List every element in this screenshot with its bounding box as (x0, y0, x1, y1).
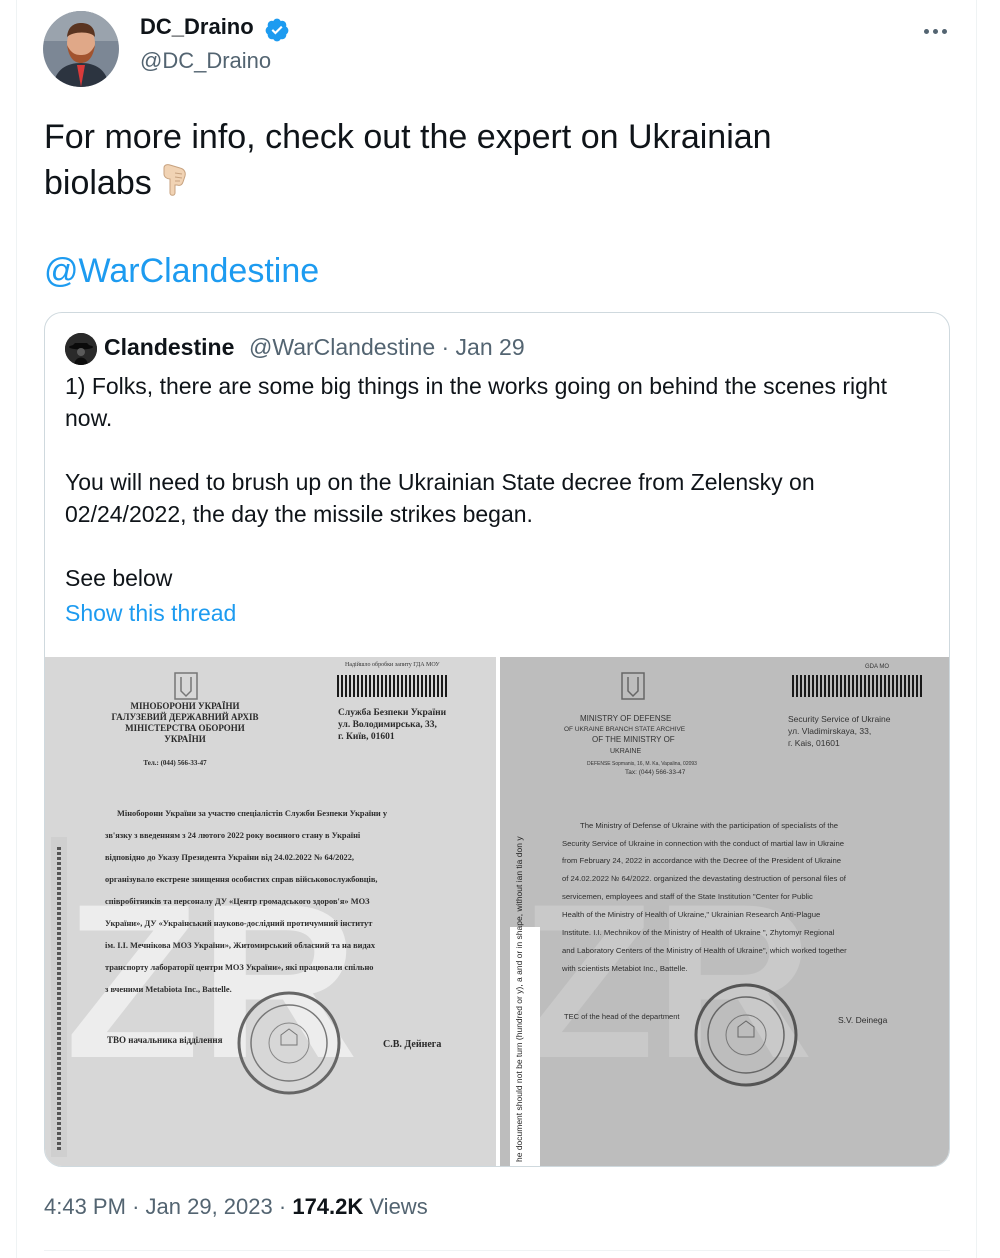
quote-paragraph: You will need to brush up on the Ukraini… (65, 469, 815, 527)
card-border-left (16, 0, 17, 1258)
doc-body-line: Міноборони України за участю спеціалісті… (117, 809, 388, 818)
verified-badge-icon (264, 17, 290, 43)
doc-body-line: with scientists Metabiot Inc., Battelle. (561, 964, 688, 973)
doc-header-right: Security Service of Ukraine (788, 714, 891, 724)
quote-paragraph: See below (65, 565, 173, 591)
doc-body-line: from February 24, 2022 in accordance wit… (562, 856, 841, 865)
doc-body-line: України», ДУ «Український науково-дослід… (105, 919, 373, 928)
divider (44, 1250, 950, 1251)
tweet-text-line1: For more info, check out the expert on U… (44, 118, 772, 156)
doc-signature-title: TEC of the head of the department (564, 1012, 680, 1021)
doc-body-line: організувало екстрене знищення особистих… (105, 875, 378, 884)
doc-header-left: UKRAINE (610, 748, 641, 755)
doc-header-left: Тел.: (044) 566-33-47 (143, 759, 207, 767)
doc-header-right: ул. Vladimirskaya, 33, (788, 726, 871, 736)
views-label: Views (369, 1194, 428, 1219)
doc-body-line: The Ministry of Defense of Ukraine with … (580, 821, 838, 830)
tweet-meta: 4:43 PM · Jan 29, 2023 · 174.2K Views (44, 1194, 428, 1220)
doc-header-right: Служба Безпеки України (338, 707, 447, 718)
doc-signature-title: ТВО начальника відділення (107, 1035, 223, 1045)
tweet-text-line2: biolabs (44, 164, 152, 202)
quote-text: 1) Folks, there are some big things in t… (65, 370, 915, 594)
doc-body-line: Health of the Ministry of Health of Ukra… (562, 910, 820, 919)
quote-author-name[interactable]: Clandestine (104, 334, 234, 361)
views-count[interactable]: 174.2K (292, 1194, 363, 1219)
doc-body-line: зв'язку з введенням з 24 лютого 2022 рок… (105, 831, 361, 840)
doc-header-right: г. Kais, 01601 (788, 738, 840, 748)
tweet-date[interactable]: Jan 29, 2023 (146, 1194, 273, 1219)
doc-header-left: Tax: (044) 566-33-47 (625, 769, 686, 776)
avatar[interactable] (43, 11, 119, 87)
quote-handle-date[interactable]: @WarClandestine · Jan 29 (249, 334, 525, 361)
doc-header-right: ул. Володимирська, 33, (338, 720, 437, 730)
document-image-english[interactable]: ZR GDA MO MINISTRY OF DEFENSE OF UKRAINE… (500, 657, 949, 1166)
author-name[interactable]: DC_Draino (140, 14, 254, 40)
doc-body-line: відповідно до Указу Президента України в… (105, 853, 354, 862)
show-thread-link[interactable]: Show this thread (65, 600, 236, 627)
author-handle[interactable]: @DC_Draino (140, 48, 271, 74)
tweet-text: For more info, check out the expert on U… (44, 114, 944, 210)
doc-body-line: of 24.02.2022 № 64/2022. organized the d… (562, 874, 847, 883)
quote-paragraph: 1) Folks, there are some big things in t… (65, 373, 888, 431)
archive-stamp: GDA MO (865, 664, 889, 670)
quote-avatar[interactable] (65, 333, 97, 365)
backhand-index-pointing-down-icon (156, 162, 192, 210)
doc-body-line: Security Service of Ukraine in connectio… (562, 839, 844, 848)
doc-signature-name: S.V. Deinega (838, 1015, 888, 1025)
meta-separator: · (278, 1194, 287, 1219)
doc-body-line: транспорту лабораторії центри МОЗ Україн… (105, 963, 374, 972)
doc-header-left: МІНІСТЕРСТВА ОБОРОНИ (125, 723, 245, 733)
doc-signature-name: С.В. Дейнега (383, 1039, 441, 1050)
doc-body-line: and Laboratory Centers of the Ministry o… (562, 946, 847, 955)
doc-side-note: he document should not be turn (hundred … (514, 836, 524, 1162)
doc-body-line: Institute. I.I. Mechnikov of the Ministr… (562, 928, 835, 937)
card-border-right (976, 0, 977, 1258)
doc-header-left: ГАЛУЗЕВИЙ ДЕРЖАВНИЙ АРХІВ (112, 712, 259, 722)
quoted-tweet[interactable]: Clandestine @WarClandestine · Jan 29 1) … (44, 312, 950, 1167)
doc-header-left: OF UKRAINE BRANCH STATE ARCHIVE (564, 726, 686, 733)
doc-body-line: ім. І.І. Мечнікова МОЗ України», Житомир… (105, 941, 376, 950)
more-options-icon[interactable] (915, 16, 955, 46)
meta-separator: · (132, 1194, 140, 1219)
quote-media[interactable]: ZR Надійшло обробки запиту ГДА МОУ МІНОБ… (45, 657, 949, 1166)
doc-body-line: servicemen, employees and staff of the S… (562, 892, 813, 901)
doc-header-left: УКРАЇНИ (164, 734, 205, 744)
doc-body-line: співробітників та персоналу ДУ «Центр гр… (105, 897, 370, 906)
doc-header-right: г. Київ, 01601 (338, 732, 395, 742)
doc-header-left: DEFENSE Sopmanis, 16, M. Ka, Vapalina, 0… (587, 761, 697, 767)
doc-body-line: з вченими Metabiota Inc., Battelle. (105, 985, 232, 994)
watermark: ZR (65, 858, 358, 1104)
archive-stamp: Надійшло обробки запиту ГДА МОУ (345, 661, 440, 668)
doc-header-left: MINISTRY OF DEFENSE (580, 714, 671, 723)
doc-header-left: OF THE MINISTRY OF (592, 735, 675, 744)
mention-link[interactable]: @WarClandestine (44, 248, 319, 294)
doc-header-left: МІНОБОРОНИ УКРАЇНИ (130, 701, 239, 711)
document-image-ukrainian[interactable]: ZR Надійшло обробки запиту ГДА МОУ МІНОБ… (45, 657, 496, 1166)
tweet-time[interactable]: 4:43 PM (44, 1194, 126, 1219)
